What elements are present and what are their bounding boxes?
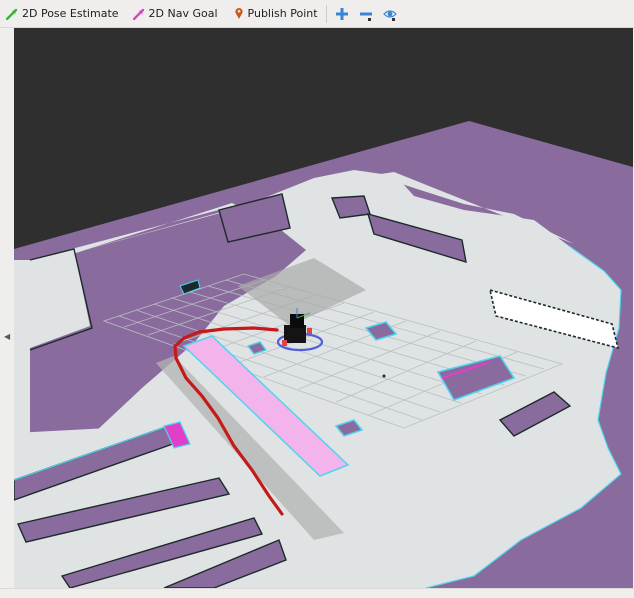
publish-point-tool[interactable]: Publish Point [234,3,318,25]
plus-icon [335,7,348,20]
rviz-toolbar: 2D Pose Estimate 2D Nav Goal Publish Poi… [0,0,634,28]
dropdown-dot-icon [391,17,395,21]
map-marker [382,374,386,378]
green-arrow-icon [6,8,18,20]
pose-estimate-tool[interactable]: 2D Pose Estimate [6,3,119,25]
view-button[interactable] [382,3,397,25]
magenta-arrow-icon [132,8,144,20]
left-panel-splitter[interactable]: ◀ [0,28,14,588]
publish-point-label: Publish Point [247,7,318,20]
status-bar [0,588,634,598]
map-render: · · · [14,121,633,588]
zoom-in-button[interactable] [335,3,349,25]
dropdown-dot-icon [367,17,371,21]
tf-label: · · · [277,286,283,291]
nav-goal-tool[interactable]: 2D Nav Goal [132,3,218,25]
map-pin-icon [234,8,243,19]
nav-goal-label: 2D Nav Goal [148,7,218,20]
collapse-arrow-icon[interactable]: ◀ [4,332,10,341]
3d-viewport[interactable]: · · · [14,28,633,588]
pose-estimate-label: 2D Pose Estimate [22,7,119,20]
zoom-out-button[interactable] [359,3,373,25]
toolbar-separator [325,4,327,23]
